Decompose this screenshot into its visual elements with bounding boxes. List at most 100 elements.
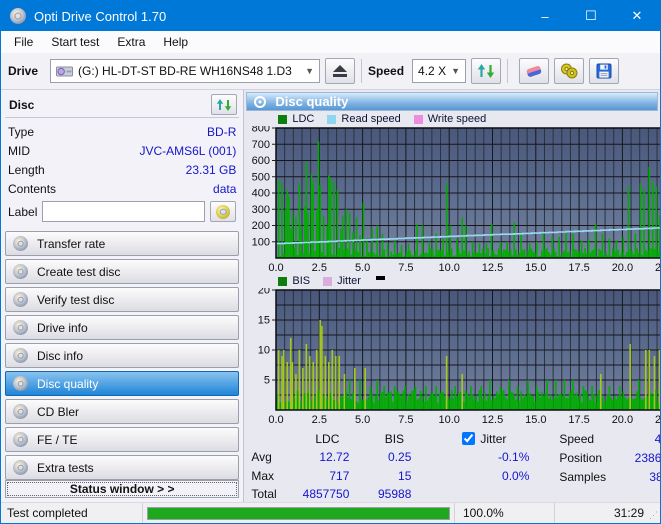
jitter-legend-label: Jitter	[337, 275, 361, 288]
disc-row-type: Type BD-R	[8, 125, 236, 139]
chevron-down-icon: ▼	[451, 66, 461, 76]
svg-text:5.0: 5.0	[355, 414, 370, 426]
disc-contents-value[interactable]: data	[213, 182, 236, 196]
disc-quality-icon	[13, 376, 28, 391]
svg-text:300: 300	[252, 204, 270, 216]
sidebar-item-verify-test-disc[interactable]: Verify test disc	[5, 287, 240, 312]
svg-text:2.5: 2.5	[312, 262, 327, 274]
avg-bis-value: 0.25	[388, 450, 412, 465]
progress-track	[147, 506, 450, 520]
svg-text:200: 200	[252, 220, 270, 232]
sidebar-item-disc-quality[interactable]: Disc quality	[5, 371, 240, 396]
ldc-legend-swatch	[278, 114, 288, 124]
status-text: Test completed	[1, 503, 143, 523]
sidebar-item-extra-tests[interactable]: Extra tests	[5, 455, 240, 480]
bis-column-header: BIS	[384, 431, 405, 446]
samples-stat-value: 380726	[649, 469, 660, 484]
app-cd-icon	[10, 8, 26, 24]
sidebar-item-disc-info[interactable]: Disc info	[5, 343, 240, 368]
svg-text:0.0: 0.0	[269, 414, 284, 426]
svg-text:600: 600	[252, 155, 270, 167]
sidebar-item-cd-bler[interactable]: CD Bler	[5, 399, 240, 424]
speed-stat-value: 4.23 X	[654, 431, 661, 446]
svg-text:12.5: 12.5	[482, 262, 503, 274]
disc-type-label: Type	[8, 125, 35, 139]
sidebar-item-transfer-rate[interactable]: Transfer rate	[5, 231, 240, 256]
stats-panel: LDC BIS Jitter Avg 12.72 0.25 -0.1% Max …	[246, 426, 661, 502]
speed-value: 4.2 X	[418, 64, 447, 78]
resize-grip[interactable]: ⋰	[649, 510, 658, 521]
total-ldc-value: 4857750	[302, 487, 350, 502]
compare-discs-icon	[560, 63, 578, 79]
save-button[interactable]	[589, 58, 620, 84]
sidebar-item-label: Verify test disc	[37, 292, 115, 307]
svg-text:5.0: 5.0	[355, 262, 370, 274]
page-title: Disc quality	[275, 94, 349, 109]
chevron-down-icon: ▼	[305, 66, 315, 76]
gold-cd-icon	[216, 204, 231, 219]
max-ldc-value: 717	[329, 468, 350, 483]
drive-icon	[56, 66, 74, 76]
speed-select[interactable]: 4.2 X ▼	[412, 59, 467, 83]
sidebar-item-label: Create test disc	[37, 264, 121, 279]
compare-discs-button[interactable]	[554, 58, 585, 84]
minimize-button[interactable]: –	[522, 1, 568, 31]
eraser-icon	[526, 65, 542, 77]
bis-legend-label: BIS	[292, 275, 311, 288]
read-speed-legend-label: Read speed	[341, 113, 401, 126]
erase-button[interactable]	[519, 58, 550, 84]
svg-text:400: 400	[252, 187, 270, 199]
speed-label: Speed	[368, 64, 405, 78]
disc-info-icon	[13, 348, 28, 363]
disc-label-input[interactable]	[42, 201, 206, 222]
ldc-column-header: LDC	[315, 431, 340, 446]
jitter-legend-swatch	[323, 276, 333, 286]
status-window-button[interactable]: Status window > >	[5, 480, 240, 498]
menu-file[interactable]: File	[5, 32, 42, 52]
stats-info: Speed 4.23 X Position 23862 MB Samples 3…	[559, 431, 661, 502]
statusbar: Test completed 100.0% 31:29	[1, 502, 660, 523]
sidebar-item-drive-info[interactable]: Drive info	[5, 315, 240, 340]
chart2-legend: BIS Jitter	[246, 274, 658, 288]
svg-text:17.5: 17.5	[569, 414, 590, 426]
menu-help[interactable]: Help	[154, 32, 197, 52]
sidebar-item-create-test-disc[interactable]: Create test disc	[5, 259, 240, 284]
titlebar: Opti Drive Control 1.70 – ☐ ✕	[1, 1, 660, 31]
svg-text:12.5: 12.5	[482, 414, 503, 426]
write-speed-legend-swatch	[413, 114, 423, 124]
disc-refresh-button[interactable]	[211, 94, 238, 115]
max-jitter-value: 0.0%	[502, 468, 530, 483]
sidebar-item-fe-te[interactable]: FE / TE	[5, 427, 240, 452]
speed-stat-label: Speed	[559, 431, 595, 446]
menu-extra[interactable]: Extra	[108, 32, 154, 52]
disc-type-value: BD-R	[207, 125, 237, 139]
svg-text:17.5: 17.5	[569, 262, 590, 274]
total-row-label: Total	[251, 487, 277, 502]
drive-label: Drive	[8, 64, 39, 78]
svg-text:2.5: 2.5	[312, 414, 327, 426]
sidebar-item-label: Transfer rate	[37, 236, 106, 251]
chart1-legend: LDC Read speed Write speed	[246, 111, 658, 126]
disc-label-button[interactable]	[210, 201, 237, 222]
menu-start-test[interactable]: Start test	[42, 32, 108, 52]
bis-legend-swatch	[278, 276, 288, 286]
app-window: Opti Drive Control 1.70 – ☐ ✕ File Start…	[0, 0, 661, 524]
svg-text:7.5: 7.5	[399, 414, 414, 426]
drive-select[interactable]: (G:) HL-DT-ST BD-RE WH16NS48 1.D3 ▼	[50, 59, 321, 83]
refresh-button[interactable]	[471, 58, 502, 84]
disc-length-value: 23.31 GB	[185, 163, 237, 177]
main-area: Disc Type BD-R MID JVC-AMS6L (001) Lengt…	[1, 90, 660, 502]
svg-text:15.0: 15.0	[525, 262, 546, 274]
read-speed-legend-swatch	[327, 114, 337, 124]
sidebar-item-label: CD Bler	[37, 404, 80, 419]
window-title: Opti Drive Control 1.70	[34, 8, 167, 24]
jitter-checkbox[interactable]	[462, 432, 476, 446]
jitter-max-marker	[375, 275, 385, 280]
verify-test-disc-icon	[13, 292, 28, 307]
maximize-button[interactable]: ☐	[568, 1, 614, 31]
disc-length-label: Length	[8, 163, 45, 177]
refresh-arrows-icon	[217, 98, 232, 111]
close-button[interactable]: ✕	[614, 1, 660, 31]
eject-icon	[333, 65, 348, 77]
eject-button[interactable]	[325, 58, 356, 84]
